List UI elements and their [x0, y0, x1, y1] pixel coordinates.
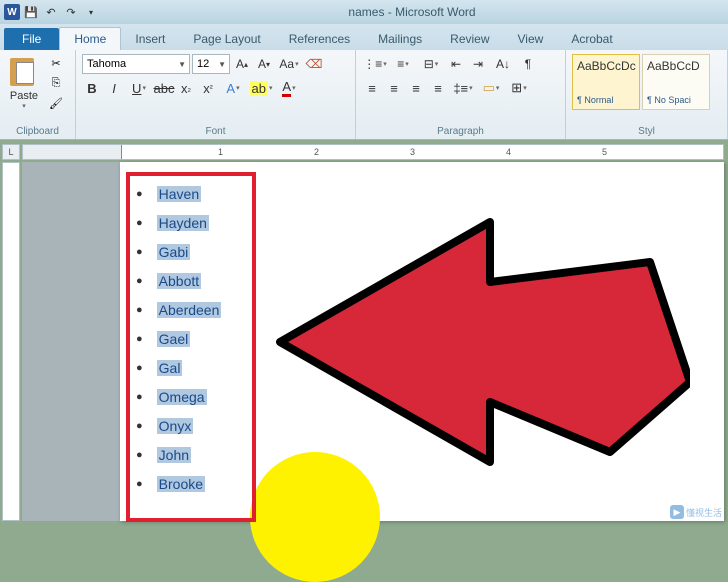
tab-view[interactable]: View [504, 28, 558, 50]
group-styles: AaBbCcDc ¶ Normal AaBbCcD ¶ No Spaci Sty… [566, 50, 728, 139]
shading-button[interactable]: ▭▾ [478, 78, 504, 98]
chevron-down-icon: ▼ [218, 60, 226, 69]
tab-references[interactable]: References [275, 28, 364, 50]
group-font: Tahoma ▼ 12 ▼ A▴ A▾ Aa▾ ⌫ B I U▾ abc x₂ … [76, 50, 356, 139]
decrease-indent-button[interactable]: ⇤ [446, 54, 466, 74]
list-item[interactable]: ●Aberdeen [136, 302, 246, 318]
font-color-button[interactable]: A▾ [276, 78, 302, 98]
group-paragraph: ⋮≡▾ ≡▾ ⊟▾ ⇤ ⇥ A↓ ¶ ≡ ≡ ≡ ≡ ‡≡▾ ▭▾ ⊞▾ Par… [356, 50, 566, 139]
bullets-button[interactable]: ⋮≡▾ [362, 54, 388, 74]
align-right-button[interactable]: ≡ [406, 78, 426, 98]
bold-button[interactable]: B [82, 78, 102, 98]
shrink-font-button[interactable]: A▾ [254, 54, 274, 74]
list-item[interactable]: ●John [136, 447, 246, 463]
list-item[interactable]: ●Gabi [136, 244, 246, 260]
sort-button[interactable]: A↓ [490, 54, 516, 74]
list-item[interactable]: ●Gal [136, 360, 246, 376]
group-clipboard: Paste ▾ ✂ ⎘ 🖌 Clipboard [0, 50, 76, 139]
cut-button[interactable]: ✂ [46, 54, 66, 72]
ribbon: Paste ▾ ✂ ⎘ 🖌 Clipboard Tahoma ▼ 12 ▼ [0, 50, 728, 140]
change-case-button[interactable]: Aa▾ [276, 54, 302, 74]
bullet-icon: ● [136, 333, 143, 345]
redo-button[interactable]: ↷ [62, 3, 80, 21]
borders-button[interactable]: ⊞▾ [506, 78, 532, 98]
list-item[interactable]: ●Onyx [136, 418, 246, 434]
selection-highlight-box: ●Haven ●Hayden ●Gabi ●Abbott ●Aberdeen ●… [126, 172, 256, 522]
text-effects-button[interactable]: A▾ [220, 78, 246, 98]
bullet-icon: ● [136, 188, 143, 200]
bullet-icon: ● [136, 391, 143, 403]
file-tab[interactable]: File [4, 28, 59, 50]
bullet-icon: ● [136, 362, 143, 374]
align-center-button[interactable]: ≡ [384, 78, 404, 98]
bullet-icon: ● [136, 478, 143, 490]
bullet-icon: ● [136, 217, 143, 229]
list-item[interactable]: ●Haven [136, 186, 246, 202]
justify-button[interactable]: ≡ [428, 78, 448, 98]
italic-button[interactable]: I [104, 78, 124, 98]
word-app-icon: W [4, 4, 20, 20]
watermark: ▶ 懂视生活 [670, 505, 722, 519]
document-page[interactable]: ●Haven ●Hayden ●Gabi ●Abbott ●Aberdeen ●… [120, 162, 724, 521]
tab-review[interactable]: Review [436, 28, 503, 50]
list-item[interactable]: ●Gael [136, 331, 246, 347]
ribbon-tabs: File Home Insert Page Layout References … [0, 24, 728, 50]
multilevel-list-button[interactable]: ⊟▾ [418, 54, 444, 74]
line-spacing-button[interactable]: ‡≡▾ [450, 78, 476, 98]
ruler-corner[interactable]: L [2, 144, 20, 160]
qat-customize-dropdown[interactable]: ▾ [82, 3, 100, 21]
window-title: names - Microsoft Word [100, 5, 724, 19]
list-item[interactable]: ●Brooke [136, 476, 246, 492]
superscript-button[interactable]: x² [198, 78, 218, 98]
horizontal-ruler[interactable]: 1 2 3 4 5 [22, 144, 724, 160]
font-size-combo[interactable]: 12 ▼ [192, 54, 230, 74]
bullet-icon: ● [136, 275, 143, 287]
show-marks-button[interactable]: ¶ [518, 54, 538, 74]
list-item[interactable]: ●Omega [136, 389, 246, 405]
save-button[interactable]: 💾 [22, 3, 40, 21]
font-name-combo[interactable]: Tahoma ▼ [82, 54, 190, 74]
title-bar: W 💾 ↶ ↷ ▾ names - Microsoft Word [0, 0, 728, 24]
subscript-button[interactable]: x₂ [176, 78, 196, 98]
clear-formatting-button[interactable]: ⌫ [304, 54, 324, 74]
highlight-button[interactable]: ab▾ [248, 78, 274, 98]
grow-font-button[interactable]: A▴ [232, 54, 252, 74]
tab-home[interactable]: Home [59, 27, 121, 50]
bullet-icon: ● [136, 246, 143, 258]
style-no-spacing[interactable]: AaBbCcD ¶ No Spaci [642, 54, 710, 110]
style-normal[interactable]: AaBbCcDc ¶ Normal [572, 54, 640, 110]
paste-icon [8, 56, 40, 88]
numbering-button[interactable]: ≡▾ [390, 54, 416, 74]
vertical-ruler[interactable] [2, 162, 20, 521]
increase-indent-button[interactable]: ⇥ [468, 54, 488, 74]
tab-acrobat[interactable]: Acrobat [557, 28, 626, 50]
format-painter-button[interactable]: 🖌 [46, 94, 66, 112]
tab-insert[interactable]: Insert [121, 28, 179, 50]
strikethrough-button[interactable]: abc [154, 78, 174, 98]
copy-button[interactable]: ⎘ [46, 74, 66, 92]
bullet-icon: ● [136, 420, 143, 432]
bullet-icon: ● [136, 449, 143, 461]
list-item[interactable]: ●Abbott [136, 273, 246, 289]
bullet-icon: ● [136, 304, 143, 316]
list-item[interactable]: ●Hayden [136, 215, 246, 231]
undo-button[interactable]: ↶ [42, 3, 60, 21]
tab-page-layout[interactable]: Page Layout [179, 28, 274, 50]
align-left-button[interactable]: ≡ [362, 78, 382, 98]
document-area: ●Haven ●Hayden ●Gabi ●Abbott ●Aberdeen ●… [22, 162, 724, 521]
underline-button[interactable]: U▾ [126, 78, 152, 98]
red-arrow-annotation [270, 202, 690, 482]
chevron-down-icon: ▼ [178, 60, 186, 69]
paste-button[interactable]: Paste ▾ [6, 54, 42, 112]
tab-mailings[interactable]: Mailings [364, 28, 436, 50]
watermark-icon: ▶ [670, 505, 684, 519]
names-list: ●Haven ●Hayden ●Gabi ●Abbott ●Aberdeen ●… [136, 186, 246, 492]
